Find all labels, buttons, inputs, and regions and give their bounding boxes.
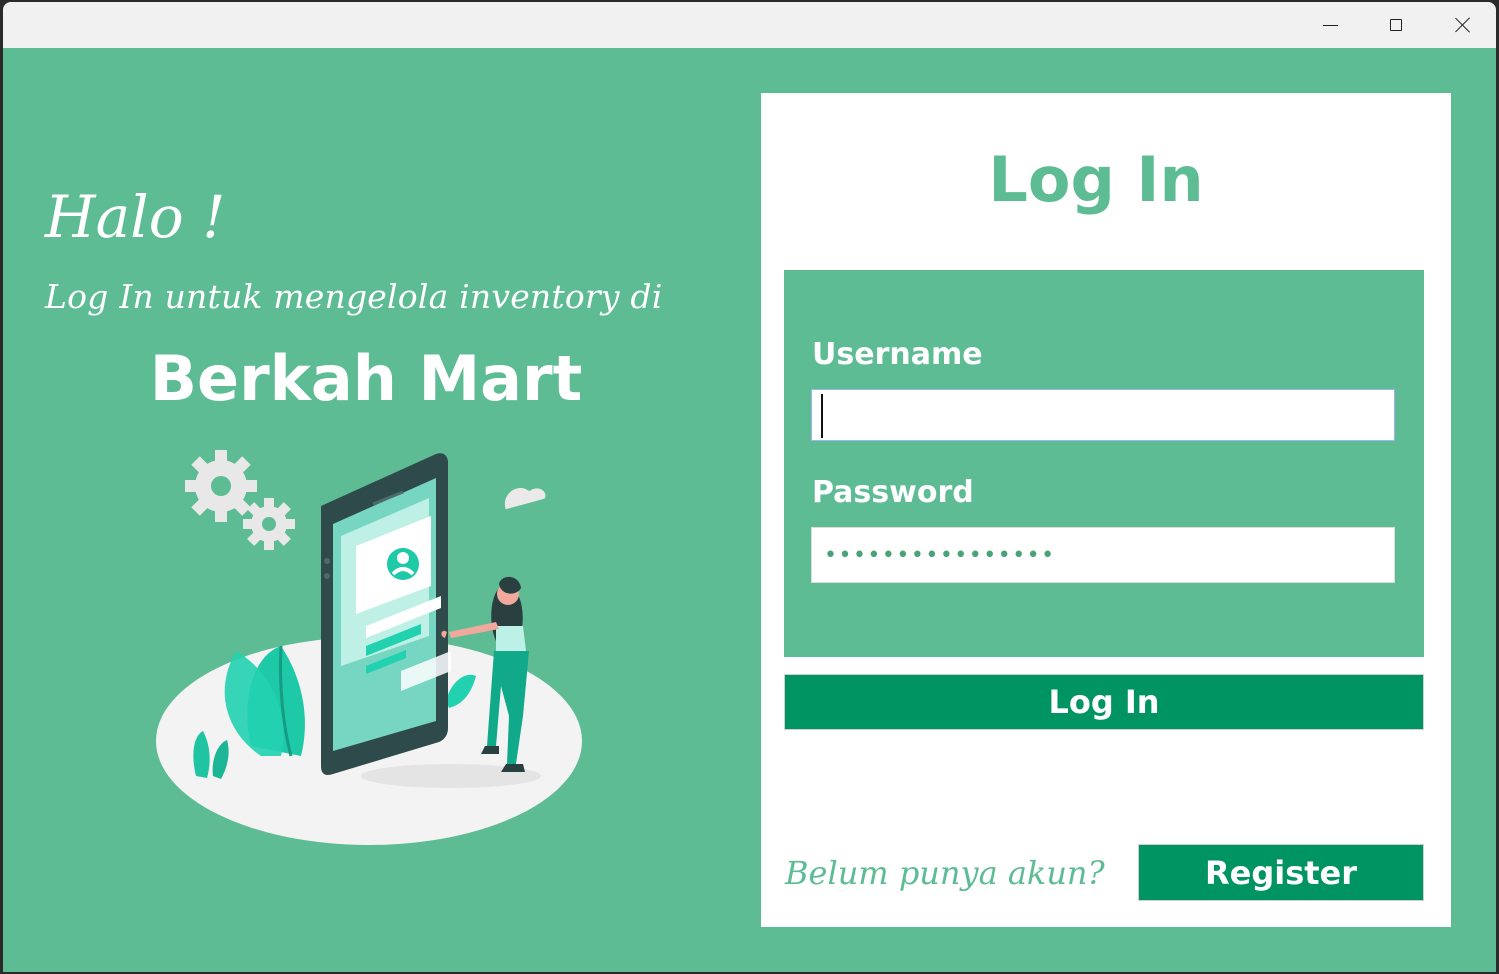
close-icon <box>1454 17 1470 33</box>
login-title: Log In <box>988 143 1204 216</box>
no-account-text: Belum punya akun? <box>785 854 1105 892</box>
maximize-button[interactable] <box>1364 2 1428 48</box>
password-label: Password <box>812 475 974 510</box>
register-button[interactable]: Register <box>1138 844 1424 901</box>
minimize-button[interactable] <box>1298 2 1362 48</box>
username-label: Username <box>812 337 983 372</box>
minimize-icon <box>1322 24 1338 26</box>
login-button[interactable]: Log In <box>784 674 1424 730</box>
login-form-panel: Username Password •••••••••••••••• <box>784 270 1424 657</box>
subtitle-text: Log In untuk mengelola inventory di <box>45 277 663 316</box>
username-input[interactable] <box>811 389 1395 441</box>
title-bar[interactable] <box>3 2 1496 48</box>
brand-name: Berkah Mart <box>149 342 583 415</box>
password-input[interactable] <box>811 527 1395 583</box>
cloud-icon <box>504 488 546 510</box>
maximize-icon <box>1390 19 1402 31</box>
gear-small-icon <box>243 498 295 550</box>
close-button[interactable] <box>1430 2 1494 48</box>
woman-top <box>496 626 526 651</box>
gear-large-icon <box>185 450 257 522</box>
phone-login-illustration <box>156 450 582 845</box>
greeting-text: Halo ! <box>45 183 226 251</box>
text-caret <box>821 394 823 438</box>
login-card: Log In Username Password •••••••••••••••… <box>761 93 1451 927</box>
app-window: Halo ! Log In untuk mengelola inventory … <box>3 2 1496 972</box>
